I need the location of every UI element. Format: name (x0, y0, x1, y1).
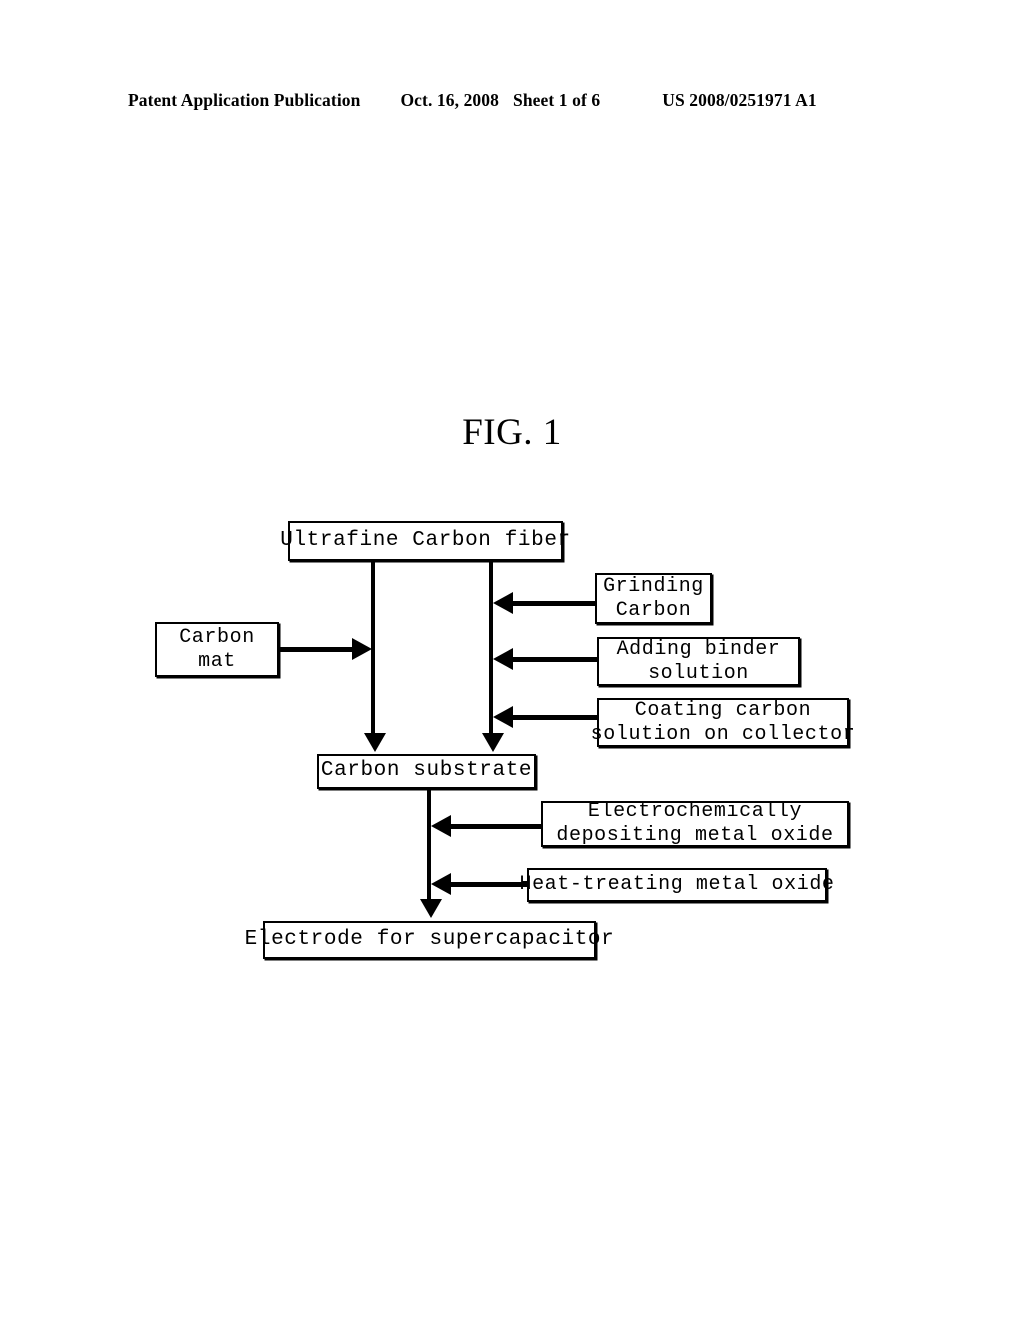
arrowhead-down-right-trunk (482, 733, 504, 752)
node-line: Electrode for supercapacitor (244, 927, 615, 951)
arrowhead-left-echem (431, 815, 451, 837)
arrowhead-down-left-trunk (364, 733, 386, 752)
node-electrochemically-depositing-metal-oxide: Electrochemically depositing metal oxide (541, 800, 849, 847)
connector-grinding-to-trunk (513, 601, 595, 606)
node-line: solution on collector (590, 722, 856, 746)
arrowhead-left-coating (493, 706, 513, 728)
node-adding-binder-solution: Adding binder solution (597, 637, 800, 686)
connector-binder-to-trunk (513, 657, 597, 662)
node-carbon-substrate: Carbon substrate (317, 754, 536, 789)
connector-heat-to-trunk (451, 882, 527, 887)
node-line: Coating carbon (634, 698, 812, 722)
node-line: Carbon (179, 625, 255, 649)
flowchart-diagram: Ultrafine Carbon fiber Grinding Carbon C… (0, 0, 1024, 1320)
arrowhead-left-heat (431, 873, 451, 895)
arrowhead-right-carbon-mat (352, 638, 372, 660)
node-line: Heat-treating metal oxide (519, 873, 835, 897)
node-line: Carbon substrate (320, 759, 533, 783)
arrowhead-down-bottom-trunk (420, 899, 442, 918)
node-line: Electrochemically (587, 800, 803, 824)
node-line: Adding binder (616, 637, 781, 661)
node-line: Grinding (603, 574, 704, 598)
node-heat-treating-metal-oxide: Heat-treating metal oxide (519, 868, 834, 902)
node-carbon-mat: Carbon mat (155, 622, 279, 677)
connector-carbon-mat-to-trunk (279, 647, 353, 652)
connector-coating-to-trunk (513, 715, 597, 720)
node-ultrafine-carbon-fiber: Ultrafine Carbon fiber (280, 521, 570, 561)
node-grinding-carbon: Grinding Carbon (595, 573, 712, 624)
node-line: Ultrafine Carbon fiber (280, 528, 571, 552)
node-line: Carbon (615, 598, 692, 622)
arrowhead-left-binder (493, 648, 513, 670)
connector-echem-to-trunk (451, 824, 541, 829)
arrowhead-left-grinding (493, 592, 513, 614)
node-coating-carbon-solution-on-collector: Coating carbon solution on collector (591, 698, 855, 747)
node-line: depositing metal oxide (556, 824, 834, 847)
node-electrode-for-supercapacitor: Electrode for supercapacitor (245, 921, 614, 959)
node-line: mat (198, 649, 236, 673)
node-line: solution (648, 661, 749, 685)
